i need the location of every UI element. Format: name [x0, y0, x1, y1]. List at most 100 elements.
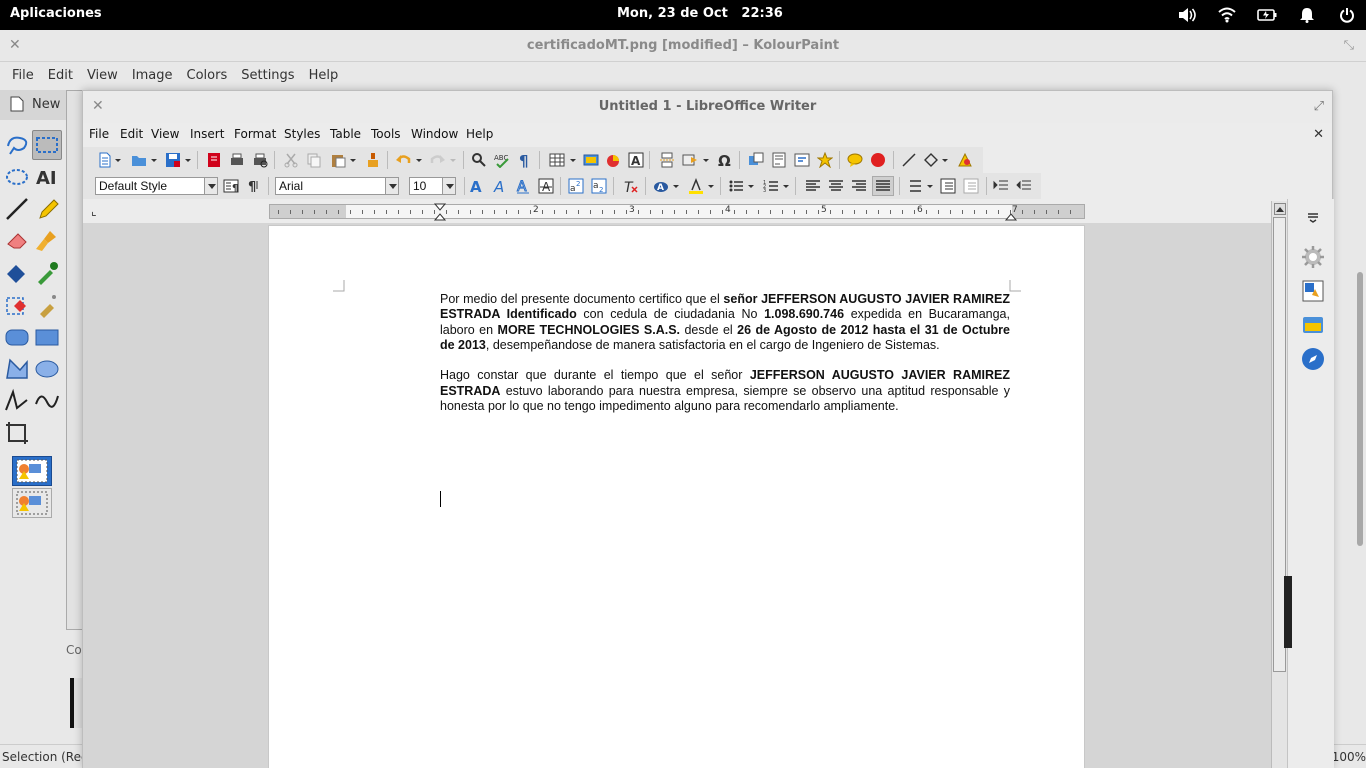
chevron-down-icon[interactable]: [415, 152, 423, 168]
menu-format[interactable]: Format: [234, 127, 276, 141]
page-break-icon[interactable]: [659, 152, 675, 168]
export-pdf-icon[interactable]: [206, 152, 222, 168]
curve-icon[interactable]: [34, 388, 60, 414]
chevron-down-icon[interactable]: [782, 178, 790, 194]
properties-gear-icon[interactable]: [1301, 245, 1325, 269]
kp-menu-file[interactable]: File: [12, 62, 34, 90]
highlight-icon[interactable]: [688, 178, 704, 194]
increase-paragraph-spacing-icon[interactable]: [940, 178, 956, 194]
strikethrough-icon[interactable]: A: [538, 178, 554, 194]
eraser-icon[interactable]: [4, 228, 30, 254]
rect-select-tool-active[interactable]: [32, 130, 62, 160]
clock[interactable]: Mon, 23 de Oct 22:36: [617, 6, 783, 21]
superscript-icon[interactable]: a2: [568, 178, 584, 194]
draw-functions-icon[interactable]: [957, 152, 973, 168]
brush-icon[interactable]: [34, 228, 60, 254]
save-icon[interactable]: [165, 152, 181, 168]
font-effects-icon[interactable]: A: [653, 178, 669, 194]
document-page[interactable]: Por medio del presente documento certifi…: [268, 225, 1085, 768]
print-icon[interactable]: [229, 152, 245, 168]
document-paragraph[interactable]: Hago constar que durante el tiempo que e…: [440, 368, 1010, 414]
chevron-down-icon[interactable]: [349, 152, 357, 168]
comment-icon[interactable]: [847, 152, 863, 168]
close-document-icon[interactable]: ✕: [1313, 127, 1324, 142]
menu-file[interactable]: File: [89, 127, 109, 141]
chevron-down-icon[interactable]: [150, 152, 158, 168]
menu-edit[interactable]: Edit: [120, 127, 143, 141]
ellipse-icon[interactable]: [34, 356, 60, 382]
italic-icon[interactable]: A: [492, 178, 508, 194]
sidebar-menu-icon[interactable]: [1301, 205, 1325, 229]
chevron-down-icon[interactable]: [702, 152, 710, 168]
rounded-rect-icon[interactable]: [4, 324, 30, 350]
kp-menu-settings[interactable]: Settings: [241, 62, 294, 90]
spelling-icon[interactable]: ABC: [494, 152, 510, 168]
insert-table-icon[interactable]: [549, 152, 565, 168]
font-name-select[interactable]: Arial: [275, 177, 399, 195]
insert-chart-icon[interactable]: [605, 152, 621, 168]
rect-icon[interactable]: [34, 324, 60, 350]
diamond-shape-icon[interactable]: [923, 152, 939, 168]
update-style-icon[interactable]: ¶: [223, 178, 239, 194]
bold-icon[interactable]: A: [469, 178, 485, 194]
battery-icon[interactable]: [1256, 4, 1278, 26]
chevron-down-icon[interactable]: [204, 178, 217, 194]
gallery-icon[interactable]: [1301, 313, 1325, 337]
menu-tools[interactable]: Tools: [371, 127, 401, 141]
scroll-up-arrow[interactable]: [1274, 203, 1286, 215]
ellipse-select-icon[interactable]: [4, 164, 30, 190]
line-spacing-icon[interactable]: [906, 178, 922, 194]
new-style-icon[interactable]: ¶: [246, 178, 262, 194]
hyperlink-icon[interactable]: [748, 152, 764, 168]
zoom-icon[interactable]: [4, 420, 30, 446]
underline-icon[interactable]: A: [515, 178, 531, 194]
chevron-down-icon[interactable]: [747, 178, 755, 194]
selection-transparent-option[interactable]: [12, 488, 52, 518]
align-right-icon[interactable]: [851, 178, 867, 194]
decrease-indent-icon[interactable]: [1016, 178, 1032, 194]
menu-help[interactable]: Help: [466, 127, 493, 141]
writer-maximize-icon[interactable]: ⤢: [1314, 99, 1324, 114]
kp-new-button[interactable]: New: [10, 96, 60, 112]
increase-indent-icon[interactable]: [993, 178, 1009, 194]
subscript-icon[interactable]: a2: [591, 178, 607, 194]
free-select-icon[interactable]: [4, 132, 30, 158]
kp-menu-edit[interactable]: Edit: [48, 62, 73, 90]
kolourpaint-maximize-icon[interactable]: ⤡: [1344, 38, 1354, 53]
basic-shapes-star-icon[interactable]: [817, 152, 833, 168]
chevron-down-icon[interactable]: [114, 152, 122, 168]
chevron-down-icon[interactable]: [184, 152, 192, 168]
menu-styles[interactable]: Styles: [284, 127, 320, 141]
vertical-scrollbar[interactable]: [1271, 201, 1287, 768]
kp-color-swatch[interactable]: [70, 678, 82, 728]
right-indent-marker-icon[interactable]: [1005, 203, 1017, 221]
line-icon[interactable]: [4, 196, 30, 222]
clone-formatting-icon[interactable]: [365, 152, 381, 168]
chevron-down-icon[interactable]: [926, 178, 934, 194]
footnote-icon[interactable]: [771, 152, 787, 168]
chevron-down-icon[interactable]: [672, 178, 680, 194]
undo-icon[interactable]: [395, 152, 411, 168]
wifi-icon[interactable]: [1216, 4, 1238, 26]
special-character-icon[interactable]: Ω: [717, 152, 733, 168]
sidebar-collapse-handle[interactable]: [1284, 576, 1292, 648]
insert-image-icon[interactable]: [583, 152, 599, 168]
spraycan-icon[interactable]: [34, 292, 60, 318]
new-document-icon[interactable]: [97, 152, 113, 168]
align-left-icon[interactable]: [805, 178, 821, 194]
color-picker-icon[interactable]: [34, 260, 60, 286]
bullets-icon[interactable]: [728, 178, 744, 194]
insert-field-icon[interactable]: [682, 152, 698, 168]
print-preview-icon[interactable]: [252, 152, 268, 168]
pencil-icon[interactable]: [34, 196, 60, 222]
notifications-icon[interactable]: [1296, 4, 1318, 26]
decrease-paragraph-spacing-icon[interactable]: [963, 178, 979, 194]
kp-menu-help[interactable]: Help: [309, 62, 339, 90]
paste-icon[interactable]: [330, 152, 346, 168]
kolourpaint-scrollbar[interactable]: [1357, 272, 1363, 546]
kp-menu-colors[interactable]: Colors: [187, 62, 228, 90]
menu-table[interactable]: Table: [330, 127, 361, 141]
formatting-marks-icon[interactable]: ¶: [517, 152, 533, 168]
power-icon[interactable]: [1336, 4, 1358, 26]
cut-icon[interactable]: [283, 152, 299, 168]
